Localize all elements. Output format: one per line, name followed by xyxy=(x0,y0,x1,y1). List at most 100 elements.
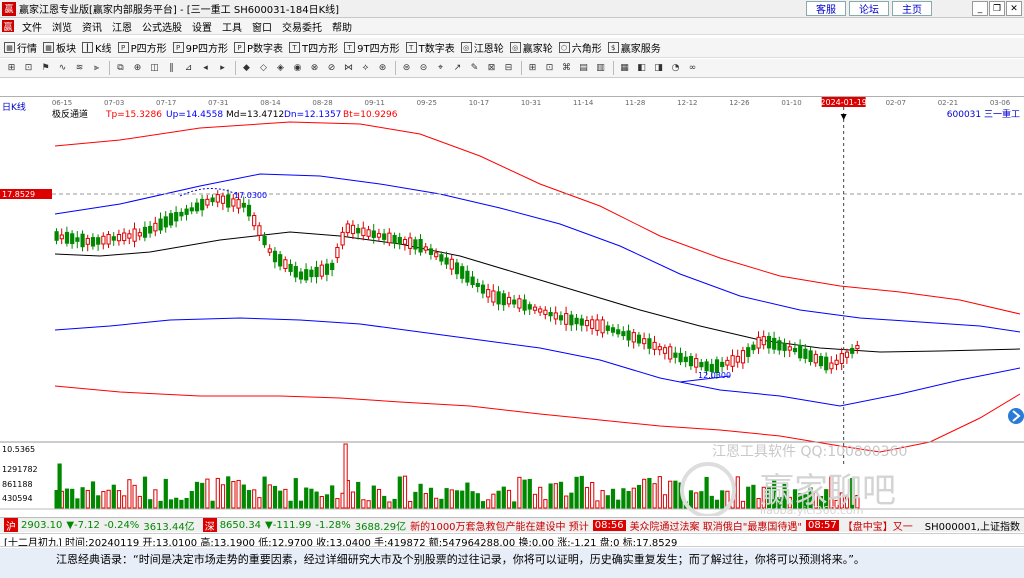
candle-body[interactable] xyxy=(522,299,527,311)
candle-body[interactable] xyxy=(491,290,496,303)
candle-body[interactable] xyxy=(59,234,64,240)
drawing-tool-icon[interactable]: ◇ xyxy=(256,61,271,75)
candle-body[interactable] xyxy=(751,344,756,351)
candle-body[interactable] xyxy=(168,213,174,226)
candle-body[interactable] xyxy=(340,231,345,246)
drawing-tool-icon[interactable]: ◉ xyxy=(290,61,305,75)
drawing-tool-icon[interactable]: ⊡ xyxy=(542,61,557,75)
drawing-tool-icon[interactable]: ⊞ xyxy=(4,61,19,75)
drawing-tool-icon[interactable]: ⊞ xyxy=(525,61,540,75)
candle-body[interactable] xyxy=(220,195,226,204)
candle-body[interactable] xyxy=(496,291,501,305)
drawing-tool-icon[interactable]: ⊝ xyxy=(416,61,431,75)
candle-body[interactable] xyxy=(106,234,111,245)
candle-body[interactable] xyxy=(460,266,465,279)
candle-body[interactable] xyxy=(558,315,564,321)
menu-window[interactable]: 窗口 xyxy=(247,19,277,34)
candle-body[interactable] xyxy=(636,334,642,344)
candle-body[interactable] xyxy=(740,350,746,364)
menu-trade[interactable]: 交易委托 xyxy=(277,19,327,34)
drawing-tool-icon[interactable]: ∿ xyxy=(55,61,70,75)
drawing-tool-icon[interactable]: ⊠ xyxy=(484,61,499,75)
candle-body[interactable] xyxy=(569,314,574,326)
candle-body[interactable] xyxy=(766,336,772,349)
candle-body[interactable] xyxy=(428,248,434,255)
candle-body[interactable] xyxy=(283,259,288,269)
drawing-tool-icon[interactable]: ⊟ xyxy=(501,61,516,75)
candle-body[interactable] xyxy=(257,225,262,236)
candle-body[interactable] xyxy=(324,263,330,275)
candle-body[interactable] xyxy=(532,306,538,311)
news-ticker-3[interactable]: 【盘中宝】又一 xyxy=(843,518,913,533)
drawing-tool-icon[interactable]: ⟡ xyxy=(358,61,373,75)
candle-body[interactable] xyxy=(631,332,636,343)
candle-body[interactable] xyxy=(673,352,678,358)
toolbar-3[interactable]: P P四方形 xyxy=(117,40,167,55)
candle-body[interactable] xyxy=(818,355,824,367)
candle-body[interactable] xyxy=(600,319,605,334)
candle-body[interactable] xyxy=(735,355,740,363)
restore-button[interactable]: ❐ xyxy=(989,1,1005,16)
candle-body[interactable] xyxy=(376,233,382,238)
candle-body[interactable] xyxy=(252,214,257,227)
close-button[interactable]: ✕ xyxy=(1006,1,1022,16)
toolbar-0[interactable]: ▦ 行情 xyxy=(4,40,37,55)
candle-body[interactable] xyxy=(246,204,252,217)
candle-body[interactable] xyxy=(564,313,569,325)
drawing-tool-icon[interactable]: ⌘ xyxy=(559,61,574,75)
candle-body[interactable] xyxy=(501,293,506,306)
candle-body[interactable] xyxy=(548,312,553,317)
drawing-tool-icon[interactable]: ∞ xyxy=(685,61,700,75)
candle-body[interactable] xyxy=(153,222,158,232)
candle-body[interactable] xyxy=(350,224,356,235)
candle-body[interactable] xyxy=(179,211,184,217)
candle-body[interactable] xyxy=(434,252,439,258)
toolbar-2[interactable]: ┃ K线 xyxy=(82,40,112,55)
drawing-tool-icon[interactable]: ◈ xyxy=(273,61,288,75)
candle-body[interactable] xyxy=(829,362,834,370)
candle-body[interactable] xyxy=(720,361,725,368)
toolbar-10[interactable]: ◎ 赢家轮 xyxy=(509,40,553,55)
candle-body[interactable] xyxy=(132,228,137,242)
candle-body[interactable] xyxy=(319,264,324,277)
drawing-tool-icon[interactable]: ◨ xyxy=(651,61,666,75)
candle-body[interactable] xyxy=(64,231,70,244)
candle-body[interactable] xyxy=(480,284,486,294)
drawing-tool-icon[interactable]: ▥ xyxy=(593,61,608,75)
candle-body[interactable] xyxy=(855,345,860,350)
candle-body[interactable] xyxy=(652,341,657,350)
candle-body[interactable] xyxy=(761,336,766,346)
candle-body[interactable] xyxy=(96,237,101,245)
link-customer-service[interactable]: 客服 xyxy=(806,1,846,16)
candle-body[interactable] xyxy=(512,299,517,305)
candle-body[interactable] xyxy=(174,212,179,222)
toolbar-7[interactable]: T 9T四方形 xyxy=(344,40,400,55)
candle-body[interactable] xyxy=(824,356,829,371)
candle-body[interactable] xyxy=(746,347,751,357)
candle-body[interactable] xyxy=(590,319,595,329)
candle-body[interactable] xyxy=(574,317,579,325)
candle-body[interactable] xyxy=(184,208,189,215)
candle-body[interactable] xyxy=(475,282,480,287)
candle-body[interactable] xyxy=(90,237,96,247)
candle-body[interactable] xyxy=(449,258,454,270)
candle-body[interactable] xyxy=(137,232,142,237)
candle-body[interactable] xyxy=(200,198,205,211)
menu-file[interactable]: 文件 xyxy=(17,19,47,34)
drawing-tool-icon[interactable]: ‖ xyxy=(164,61,179,75)
candle-body[interactable] xyxy=(413,239,418,250)
candle-body[interactable] xyxy=(465,270,470,283)
drawing-tool-icon[interactable]: ↗ xyxy=(450,61,465,75)
candle-body[interactable] xyxy=(486,289,491,298)
toolbar-4[interactable]: P 9P四方形 xyxy=(172,40,228,55)
candle-body[interactable] xyxy=(122,232,127,242)
candle-body[interactable] xyxy=(850,347,855,354)
candle-body[interactable] xyxy=(267,248,272,253)
candle-body[interactable] xyxy=(756,336,761,349)
toolbar-5[interactable]: P P数字表 xyxy=(234,40,283,55)
candle-body[interactable] xyxy=(371,230,376,238)
candle-body[interactable] xyxy=(226,194,231,208)
candle-body[interactable] xyxy=(278,254,283,267)
candle-body[interactable] xyxy=(356,227,361,234)
candle-body[interactable] xyxy=(142,226,148,238)
